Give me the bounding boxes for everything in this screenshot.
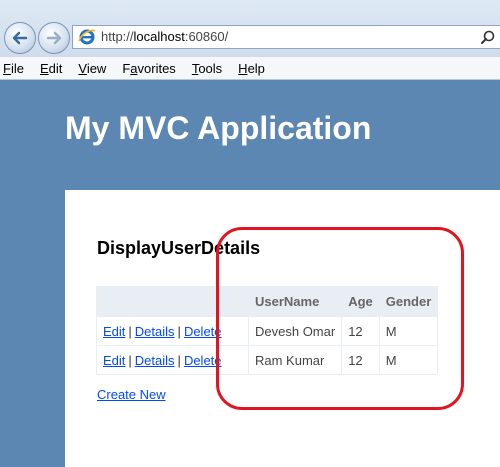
- main-content: DisplayUserDetails UserName Age Gender E…: [65, 190, 500, 467]
- separator: |: [128, 352, 132, 368]
- cell-gender: M: [378, 345, 439, 375]
- menu-view-label: iew: [86, 60, 107, 76]
- delete-link[interactable]: Delete: [184, 353, 222, 368]
- menu-tools-label: ools: [198, 60, 223, 76]
- menu-help-label: elp: [247, 60, 265, 76]
- menu-favorites-accel: a: [130, 60, 138, 76]
- separator: |: [177, 323, 181, 339]
- back-button[interactable]: [4, 22, 36, 54]
- cell-age: 12: [341, 316, 380, 346]
- cell-gender: M: [378, 316, 439, 346]
- menu-tools[interactable]: Tools: [192, 61, 222, 76]
- column-header-actions: [96, 286, 249, 317]
- menu-edit[interactable]: Edit: [40, 61, 62, 76]
- separator: |: [128, 323, 132, 339]
- menu-favorites[interactable]: Favorites: [122, 61, 175, 76]
- column-header-username: UserName: [247, 286, 343, 317]
- url-text[interactable]: http://localhost:60860/: [101, 29, 228, 44]
- edit-link[interactable]: Edit: [103, 353, 125, 368]
- menu-view[interactable]: View: [78, 61, 106, 76]
- menu-file-accel: F: [3, 60, 11, 76]
- url-rest: :60860/: [184, 29, 229, 44]
- menu-help-accel: H: [238, 60, 248, 76]
- column-header-age: Age: [341, 286, 380, 317]
- menu-view-accel: V: [78, 60, 87, 76]
- menu-help[interactable]: Help: [238, 61, 265, 76]
- row-actions: Edit | Details | Delete: [96, 316, 249, 346]
- delete-link[interactable]: Delete: [184, 324, 222, 339]
- column-header-gender: Gender: [378, 286, 439, 317]
- url-host: localhost: [133, 29, 185, 44]
- separator: |: [177, 352, 181, 368]
- ie-logo-icon: [78, 29, 96, 45]
- menu-edit-label: dit: [48, 60, 63, 76]
- table-row: Edit | Details | Delete Ram Kumar 12 M: [96, 345, 439, 375]
- address-bar[interactable]: http://localhost:60860/: [72, 25, 500, 49]
- menu-file[interactable]: File: [3, 61, 24, 76]
- details-link[interactable]: Details: [135, 324, 175, 339]
- table-header-row: UserName Age Gender: [96, 286, 439, 317]
- site-title: My MVC Application: [65, 110, 372, 146]
- menu-file-label: ile: [10, 60, 24, 76]
- forward-button[interactable]: [38, 22, 70, 54]
- cell-age: 12: [341, 345, 380, 375]
- menu-bar: File Edit View Favorites Tools Help: [0, 57, 500, 80]
- edit-link[interactable]: Edit: [103, 324, 125, 339]
- browser-toolbar: http://localhost:60860/: [0, 0, 500, 57]
- menu-edit-accel: E: [39, 60, 49, 76]
- table-row: Edit | Details | Delete Devesh Omar 12 M: [96, 316, 439, 346]
- row-actions: Edit | Details | Delete: [96, 345, 249, 375]
- menu-favorites-label: vorites: [137, 60, 176, 76]
- forward-arrow-icon: [46, 31, 62, 45]
- details-link[interactable]: Details: [135, 353, 175, 368]
- cell-username: Devesh Omar: [247, 316, 343, 346]
- search-icon[interactable]: [480, 29, 496, 45]
- cell-username: Ram Kumar: [247, 345, 343, 375]
- url-prefix: http://: [101, 29, 134, 44]
- page-heading: DisplayUserDetails: [97, 238, 261, 258]
- user-details-table: UserName Age Gender Edit | Details | Delete …: [96, 286, 439, 375]
- create-new-link[interactable]: Create New: [97, 387, 166, 402]
- back-arrow-icon: [12, 31, 28, 45]
